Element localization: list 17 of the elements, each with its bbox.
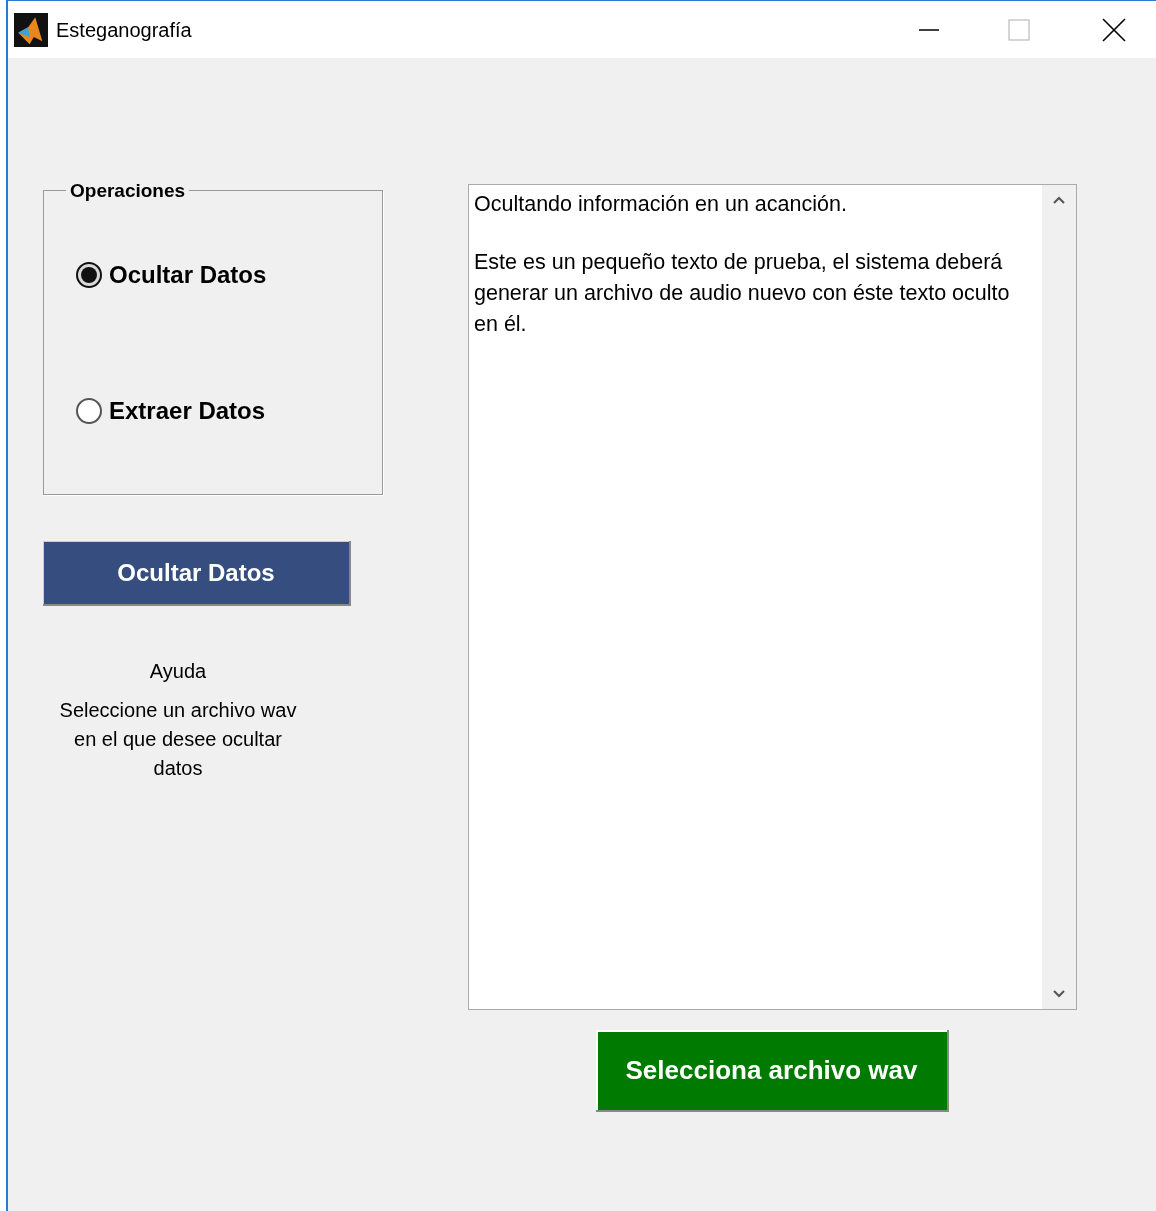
help-title: Ayuda <box>148 659 208 684</box>
message-paragraph: Este es un pequeño texto de prueba, el sistema deberá generar un archivo de audio nuevo con éste texto oculto en él. <box>474 249 1011 338</box>
close-icon[interactable] <box>1102 17 1126 42</box>
radio-button[interactable] <box>75 397 103 425</box>
message-paragraph: Ocultando información en un acanción. <box>474 191 848 218</box>
message-text-area[interactable]: Ocultando información en un acanción. Este es un pequeño texto de prueba, el sistema deberá generar un archivo de audio nuevo con éste texto oculto en él. <box>468 184 1077 1010</box>
radio-option[interactable]: Ocultar Datos <box>75 257 382 293</box>
window-title: Esteganografía <box>56 17 192 43</box>
hide-data-button[interactable]: Ocultar Datos <box>43 541 351 606</box>
app-logo-icon <box>14 12 48 47</box>
help-text: Seleccione un archivo wav en el que desee ocultar datos <box>58 698 298 781</box>
scroll-up-icon[interactable] <box>1052 195 1066 205</box>
scrollbar[interactable] <box>1042 185 1076 1009</box>
radio-option[interactable]: Extraer Datos <box>75 393 382 429</box>
radio-button[interactable] <box>75 261 103 289</box>
select-file-button[interactable]: Selecciona archivo wav <box>596 1030 949 1112</box>
scroll-down-icon[interactable] <box>1052 989 1066 999</box>
